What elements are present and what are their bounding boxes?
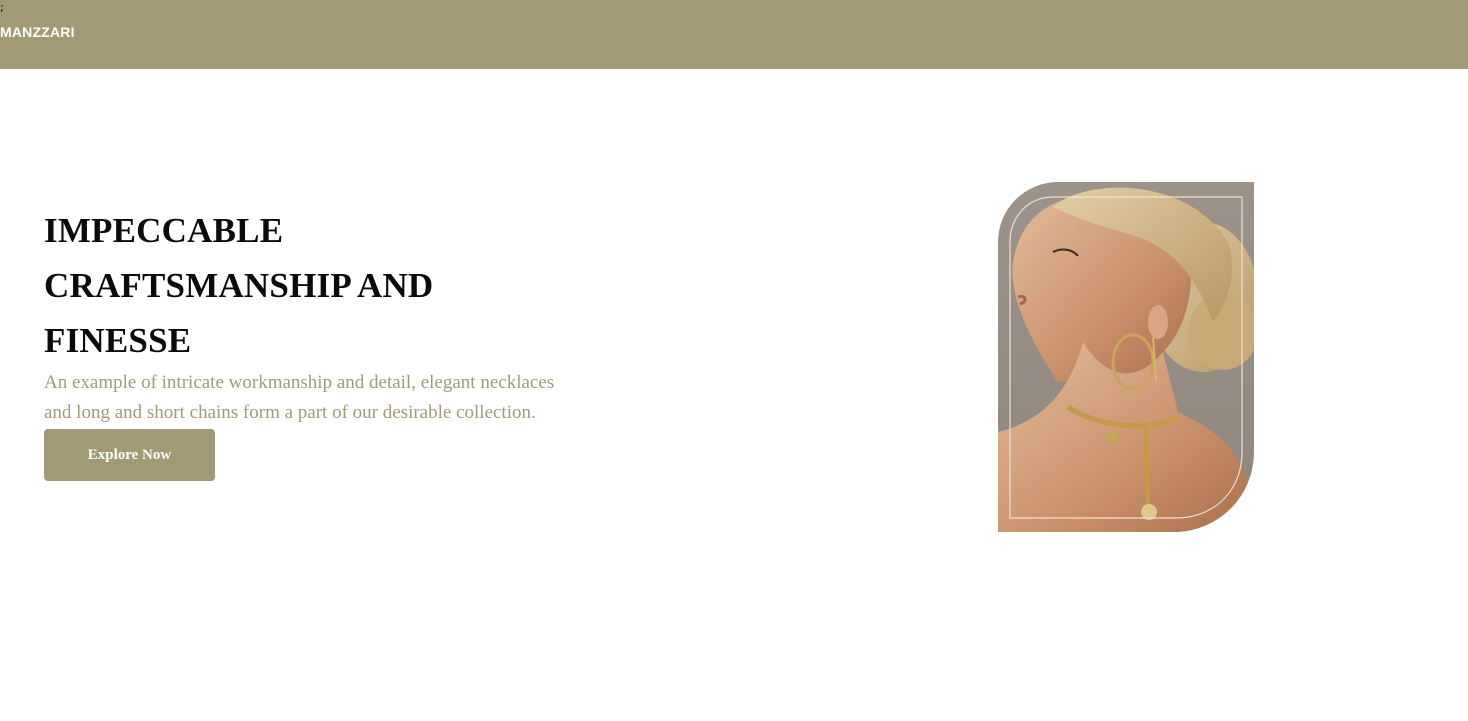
explore-now-button[interactable]: Explore Now bbox=[44, 429, 215, 481]
hero-description: An example of intricate workmanship and … bbox=[44, 372, 555, 423]
model-portrait-illustration bbox=[998, 182, 1254, 532]
hero-section: IMPECCABLE CRAFTSMANSHIP AND FINESSE An … bbox=[44, 203, 604, 481]
brand-logo-text[interactable]: MANZZARI bbox=[0, 24, 75, 40]
stray-text: ; bbox=[0, 1, 4, 14]
hero-image bbox=[998, 182, 1254, 532]
hero-headline: IMPECCABLE CRAFTSMANSHIP AND FINESSE bbox=[44, 211, 434, 360]
top-header: ; MANZZARI bbox=[0, 0, 1468, 69]
